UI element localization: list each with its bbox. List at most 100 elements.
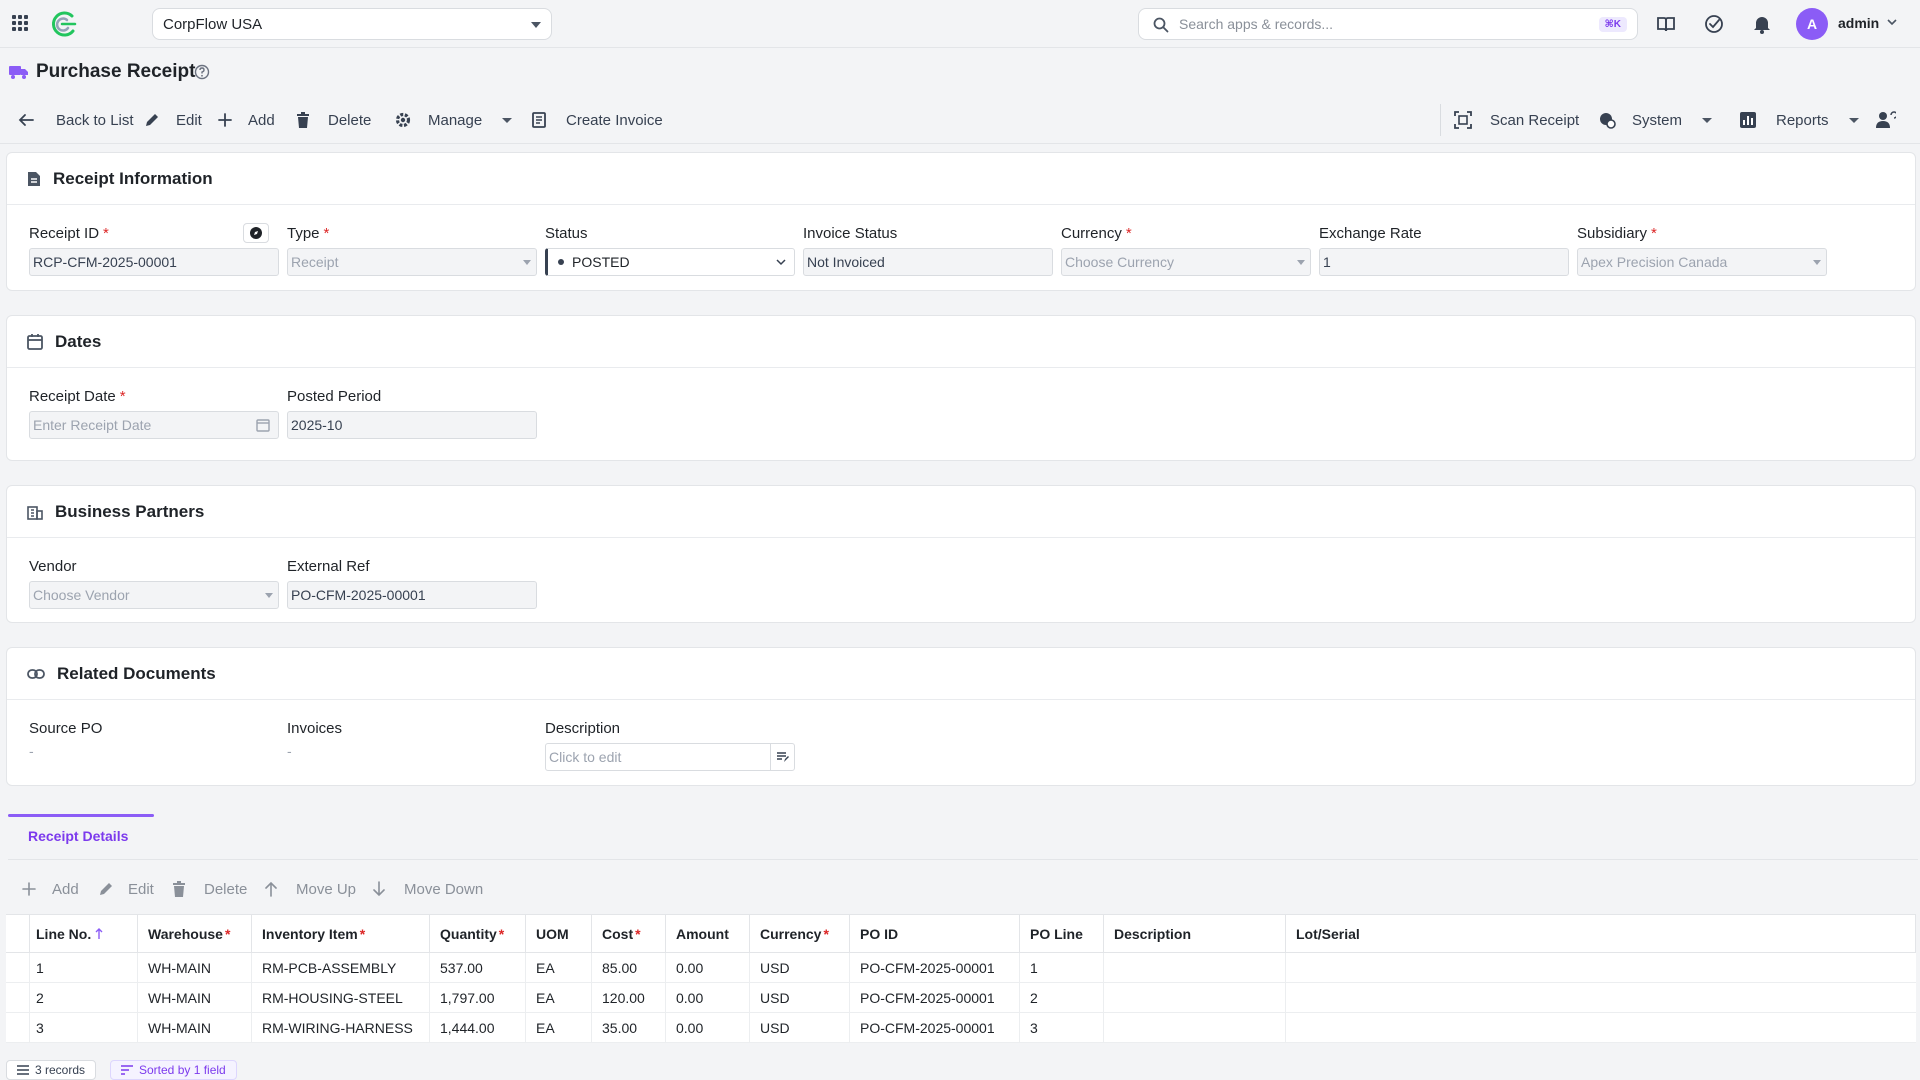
user-avatar[interactable]: A: [1796, 8, 1828, 40]
cell-description[interactable]: [1104, 983, 1286, 1012]
search-input[interactable]: Search apps & records... ⌘K: [1138, 8, 1638, 40]
cell-uom[interactable]: EA: [526, 983, 592, 1012]
cell-quantity[interactable]: 1,797.00: [430, 983, 526, 1012]
company-logo[interactable]: [48, 10, 78, 38]
company-select[interactable]: CorpFlow USA: [152, 8, 552, 40]
system-menu-button[interactable]: System: [1598, 96, 1713, 144]
move-down-button[interactable]: Move Down: [372, 872, 483, 906]
cell-warehouse[interactable]: WH-MAIN: [138, 1013, 252, 1042]
cell-warehouse[interactable]: WH-MAIN: [138, 983, 252, 1012]
posted-period-input[interactable]: 2025-10: [287, 411, 537, 439]
cell-inventory-item[interactable]: RM-PCB-ASSEMBLY: [252, 953, 430, 982]
edit-text-icon[interactable]: [770, 744, 794, 770]
column-header-warehouse[interactable]: Warehouse *: [138, 915, 252, 952]
cell-po-id[interactable]: PO-CFM-2025-00001: [850, 953, 1020, 982]
cell-inventory-item[interactable]: RM-WIRING-HARNESS: [252, 1013, 430, 1042]
column-header-amount[interactable]: Amount: [666, 915, 750, 952]
cell-cost[interactable]: 85.00: [592, 953, 666, 982]
cell-description[interactable]: [1104, 953, 1286, 982]
currency-select[interactable]: Choose Currency: [1061, 248, 1311, 276]
cell-cost[interactable]: 35.00: [592, 1013, 666, 1042]
apps-grid-icon[interactable]: [12, 15, 28, 31]
cell-quantity[interactable]: 537.00: [430, 953, 526, 982]
type-select[interactable]: Receipt: [287, 248, 537, 276]
cell-currency[interactable]: USD: [750, 953, 850, 982]
column-header-lot-serial[interactable]: Lot/Serial: [1286, 915, 1916, 952]
user-assign-icon[interactable]: [1876, 96, 1896, 144]
cell-lot-serial[interactable]: [1286, 953, 1916, 982]
cell-quantity[interactable]: 1,444.00: [430, 1013, 526, 1042]
reports-menu-button[interactable]: Reports: [1740, 96, 1859, 144]
add-button[interactable]: Add: [218, 96, 275, 144]
table-row[interactable]: 1 WH-MAIN RM-PCB-ASSEMBLY 537.00 EA 85.0…: [6, 953, 1916, 983]
row-select-cell[interactable]: [6, 1013, 30, 1042]
cell-po-id[interactable]: PO-CFM-2025-00001: [850, 1013, 1020, 1042]
cell-cost[interactable]: 120.00: [592, 983, 666, 1012]
line-delete-button[interactable]: Delete: [172, 872, 247, 906]
edit-button[interactable]: Edit: [144, 96, 202, 144]
cell-lot-serial[interactable]: [1286, 983, 1916, 1012]
cell-lot-serial[interactable]: [1286, 1013, 1916, 1042]
column-header-uom[interactable]: UOM: [526, 915, 592, 952]
cell-po-id[interactable]: PO-CFM-2025-00001: [850, 983, 1020, 1012]
cell-uom[interactable]: EA: [526, 953, 592, 982]
receipt-date-input[interactable]: Enter Receipt Date: [29, 411, 279, 439]
move-up-button[interactable]: Move Up: [264, 872, 356, 906]
cell-currency[interactable]: USD: [750, 983, 850, 1012]
manage-menu-button[interactable]: Manage: [394, 96, 513, 144]
column-header-line-no[interactable]: Line No.: [30, 915, 138, 952]
exchange-rate-input[interactable]: 1: [1319, 248, 1569, 276]
row-select-header[interactable]: [6, 915, 30, 952]
cell-uom[interactable]: EA: [526, 1013, 592, 1042]
vendor-select[interactable]: Choose Vendor: [29, 581, 279, 609]
cell-currency[interactable]: USD: [750, 1013, 850, 1042]
row-select-cell[interactable]: [6, 983, 30, 1012]
cell-amount[interactable]: 0.00: [666, 1013, 750, 1042]
invoice-status-input[interactable]: Not Invoiced: [803, 248, 1053, 276]
cell-po-line[interactable]: 3: [1020, 1013, 1104, 1042]
cell-warehouse[interactable]: WH-MAIN: [138, 953, 252, 982]
delete-button[interactable]: Delete: [296, 96, 371, 144]
column-header-po-id[interactable]: PO ID: [850, 915, 1020, 952]
cell-amount[interactable]: 0.00: [666, 953, 750, 982]
external-ref-input[interactable]: PO-CFM-2025-00001: [287, 581, 537, 609]
column-header-cost[interactable]: Cost *: [592, 915, 666, 952]
table-row[interactable]: 2 WH-MAIN RM-HOUSING-STEEL 1,797.00 EA 1…: [6, 983, 1916, 1013]
receipt-id-input[interactable]: RCP-CFM-2025-00001: [29, 248, 279, 276]
column-header-currency[interactable]: Currency *: [750, 915, 850, 952]
cell-line-no[interactable]: 1: [30, 953, 138, 982]
cell-inventory-item[interactable]: RM-HOUSING-STEEL: [252, 983, 430, 1012]
description-input[interactable]: Click to edit: [545, 743, 795, 771]
column-header-po-line[interactable]: PO Line: [1020, 915, 1104, 952]
records-count-badge[interactable]: 3 records: [6, 1060, 97, 1080]
docs-book-icon[interactable]: [1654, 12, 1678, 36]
scan-receipt-button[interactable]: Scan Receipt: [1454, 96, 1579, 144]
chevron-down-icon[interactable]: [1886, 18, 1898, 26]
help-icon[interactable]: [194, 64, 210, 80]
cell-amount[interactable]: 0.00: [666, 983, 750, 1012]
column-header-description[interactable]: Description: [1104, 915, 1286, 952]
navigate-record-button[interactable]: [243, 223, 269, 243]
create-invoice-button[interactable]: Create Invoice: [532, 96, 663, 144]
status-select[interactable]: POSTED: [545, 248, 795, 276]
calendar-icon[interactable]: [256, 418, 270, 432]
notifications-bell-icon[interactable]: [1750, 12, 1774, 36]
sorted-by-badge[interactable]: Sorted by 1 field: [110, 1060, 237, 1080]
invoices-value[interactable]: -: [287, 743, 342, 759]
back-to-list-button[interactable]: Back to List: [18, 96, 134, 144]
user-name[interactable]: admin: [1838, 15, 1879, 31]
column-header-inventory-item[interactable]: Inventory Item *: [252, 915, 430, 952]
row-select-cell[interactable]: [6, 953, 30, 982]
cell-po-line[interactable]: 2: [1020, 983, 1104, 1012]
line-add-button[interactable]: Add: [22, 872, 79, 906]
subsidiary-select[interactable]: Apex Precision Canada: [1577, 248, 1827, 276]
cell-line-no[interactable]: 2: [30, 983, 138, 1012]
cell-line-no[interactable]: 3: [30, 1013, 138, 1042]
source-po-value[interactable]: -: [29, 743, 102, 759]
table-row[interactable]: 3 WH-MAIN RM-WIRING-HARNESS 1,444.00 EA …: [6, 1013, 1916, 1043]
tab-receipt-details[interactable]: Receipt Details: [28, 828, 128, 844]
tasks-check-icon[interactable]: [1702, 12, 1726, 36]
cell-description[interactable]: [1104, 1013, 1286, 1042]
line-edit-button[interactable]: Edit: [98, 872, 154, 906]
cell-po-line[interactable]: 1: [1020, 953, 1104, 982]
